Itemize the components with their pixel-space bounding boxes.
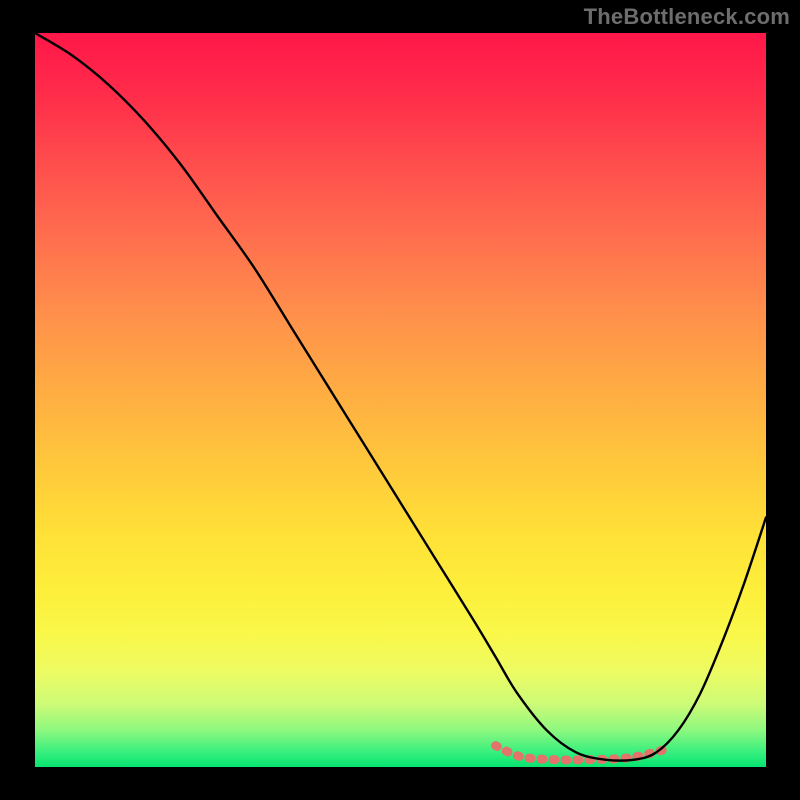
plot-area (35, 33, 766, 767)
chart-frame: TheBottleneck.com (0, 0, 800, 800)
watermark-text: TheBottleneck.com (584, 4, 790, 30)
bottleneck-curve (35, 33, 766, 767)
